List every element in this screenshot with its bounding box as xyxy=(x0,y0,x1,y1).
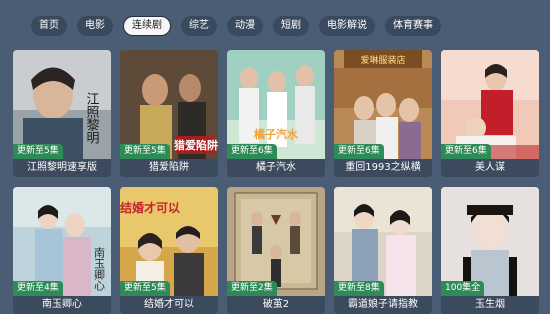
episode-badge: 更新至6集 xyxy=(441,144,491,159)
poster-text: 江照黎明 xyxy=(84,92,100,145)
tab-home[interactable]: 首页 xyxy=(31,16,67,36)
video-title: 霸道娘子请指教 xyxy=(334,296,432,314)
tab-sports[interactable]: 体育赛事 xyxy=(385,16,441,36)
poster-image: 橘子汽水 更新至6集 xyxy=(227,50,325,159)
video-title: 橘子汽水 xyxy=(227,159,325,177)
video-card[interactable]: 更新至8集 霸道娘子请指教 xyxy=(334,187,432,314)
tab-variety[interactable]: 综艺 xyxy=(181,16,217,36)
category-tab-bar: 首页 电影 连续剧 综艺 动漫 短剧 电影解说 体育赛事 xyxy=(31,14,550,38)
tab-series[interactable]: 连续剧 xyxy=(123,16,171,36)
episode-badge: 更新至8集 xyxy=(334,281,384,296)
tab-movie-commentary[interactable]: 电影解说 xyxy=(319,16,375,36)
video-title: 结婚才可以 xyxy=(120,296,218,314)
episode-badge: 更新至6集 xyxy=(334,144,384,159)
episode-badge: 更新至5集 xyxy=(13,144,63,159)
video-title: 猎爱陷阱 xyxy=(120,159,218,177)
poster-image: 结婚才可以 更新至5集 xyxy=(120,187,218,296)
poster-image: 100集全 xyxy=(441,187,539,296)
poster-image: 更新至8集 xyxy=(334,187,432,296)
poster-text: 结婚才可以 xyxy=(120,200,180,215)
poster-image: 江照黎明 更新至5集 xyxy=(13,50,111,159)
video-title: 重回1993之纵横 xyxy=(334,159,432,177)
video-card[interactable]: 更新至2集 破茧2 xyxy=(227,187,325,314)
episode-badge: 更新至6集 xyxy=(227,144,277,159)
video-title: 破茧2 xyxy=(227,296,325,314)
poster-image: 更新至2集 xyxy=(227,187,325,296)
episode-badge: 100集全 xyxy=(441,281,485,296)
video-card[interactable]: 猎爱陷阱 更新至5集 猎爱陷阱 xyxy=(120,50,218,177)
video-card[interactable]: 结婚才可以 更新至5集 结婚才可以 xyxy=(120,187,218,314)
poster-text: 橘子汽水 xyxy=(253,127,299,141)
poster-image: 更新至6集 xyxy=(441,50,539,159)
poster-image: 猎爱陷阱 更新至5集 xyxy=(120,50,218,159)
video-card[interactable]: 江照黎明 更新至5集 江照黎明速享版 xyxy=(13,50,111,177)
poster-text: 猎爱陷阱 xyxy=(174,138,218,152)
episode-badge: 更新至2集 xyxy=(227,281,277,296)
tab-movies[interactable]: 电影 xyxy=(77,16,113,36)
poster-image: 南玉卿心 更新至4集 xyxy=(13,187,111,296)
poster-text: 爱琳服装店 xyxy=(360,54,405,66)
video-card[interactable]: 爱琳服装店 更新至6集 重回1993之纵横 xyxy=(334,50,432,177)
poster-text: 南玉卿心 xyxy=(93,247,106,291)
episode-badge: 更新至4集 xyxy=(13,281,63,296)
video-title: 美人谋 xyxy=(441,159,539,177)
video-grid: 江照黎明 更新至5集 江照黎明速享版 猎爱陷阱 更新至5集 猎爱陷阱 橘子汽水 … xyxy=(13,50,539,314)
tab-anime[interactable]: 动漫 xyxy=(227,16,263,36)
video-card[interactable]: 更新至6集 美人谋 xyxy=(441,50,539,177)
video-card[interactable]: 南玉卿心 更新至4集 南玉卿心 xyxy=(13,187,111,314)
episode-badge: 更新至5集 xyxy=(120,281,170,296)
tab-short-drama[interactable]: 短剧 xyxy=(273,16,309,36)
video-title: 玉生烟 xyxy=(441,296,539,314)
video-title: 南玉卿心 xyxy=(13,296,111,314)
poster-image: 爱琳服装店 更新至6集 xyxy=(334,50,432,159)
episode-badge: 更新至5集 xyxy=(120,144,170,159)
video-card[interactable]: 100集全 玉生烟 xyxy=(441,187,539,314)
video-card[interactable]: 橘子汽水 更新至6集 橘子汽水 xyxy=(227,50,325,177)
video-title: 江照黎明速享版 xyxy=(13,159,111,177)
